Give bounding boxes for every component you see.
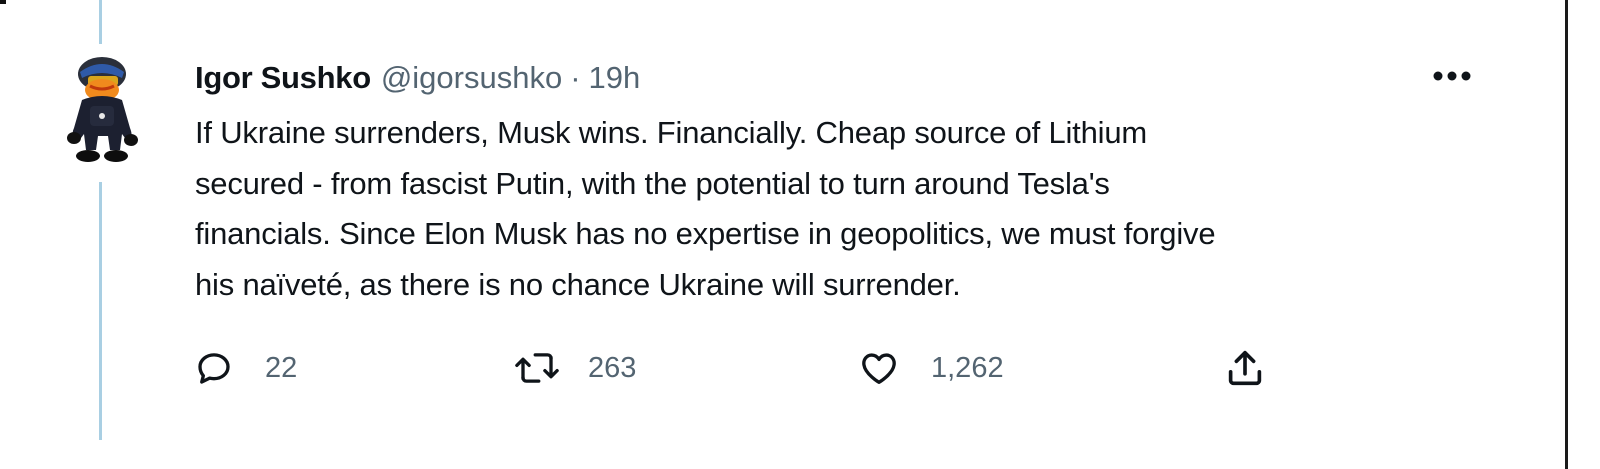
header-separator: · [570,60,581,95]
reply-button[interactable]: 22 [193,345,297,391]
share-button[interactable] [1222,345,1268,391]
tweet-timestamp[interactable]: 19h [589,60,641,96]
retweet-count: 263 [588,351,637,384]
more-options-button[interactable] [1430,64,1474,88]
author-handle[interactable]: @igorsushko [381,60,562,96]
avatar[interactable] [52,52,148,172]
tweet-text-line: his naïveté, as there is no chance Ukrai… [195,266,961,302]
retweet-icon [515,353,559,383]
retweet-button[interactable]: 263 [512,345,636,391]
like-button[interactable]: 1,262 [857,345,1004,391]
tweet-actions: 22 263 1,262 [0,345,1600,391]
tweet-text-line: If Ukraine surrenders, Musk wins. Financ… [195,115,1147,150]
tweet-text-line: financials. Since Elon Musk has no exper… [195,216,1216,251]
heart-icon [862,353,896,385]
share-icon [1228,350,1262,386]
more-horizontal-icon [1433,71,1471,81]
corner-artifact [0,0,6,4]
reply-icon [198,353,230,384]
thread-line-top [99,0,102,44]
tweet-header: Igor Sushko @igorsushko · 19h [195,56,640,100]
avatar-figure-icon [67,57,138,162]
tweet-text: If Ukraine surrenders, Musk wins. Financ… [195,108,1525,310]
reply-count: 22 [265,351,298,384]
like-count: 1,262 [931,351,1004,384]
author-name[interactable]: Igor Sushko [195,60,371,96]
tweet-text-line: secured - from fascist Putin, with the p… [195,165,1110,201]
thread-line-bottom [99,182,102,440]
frame-border [1565,0,1568,469]
